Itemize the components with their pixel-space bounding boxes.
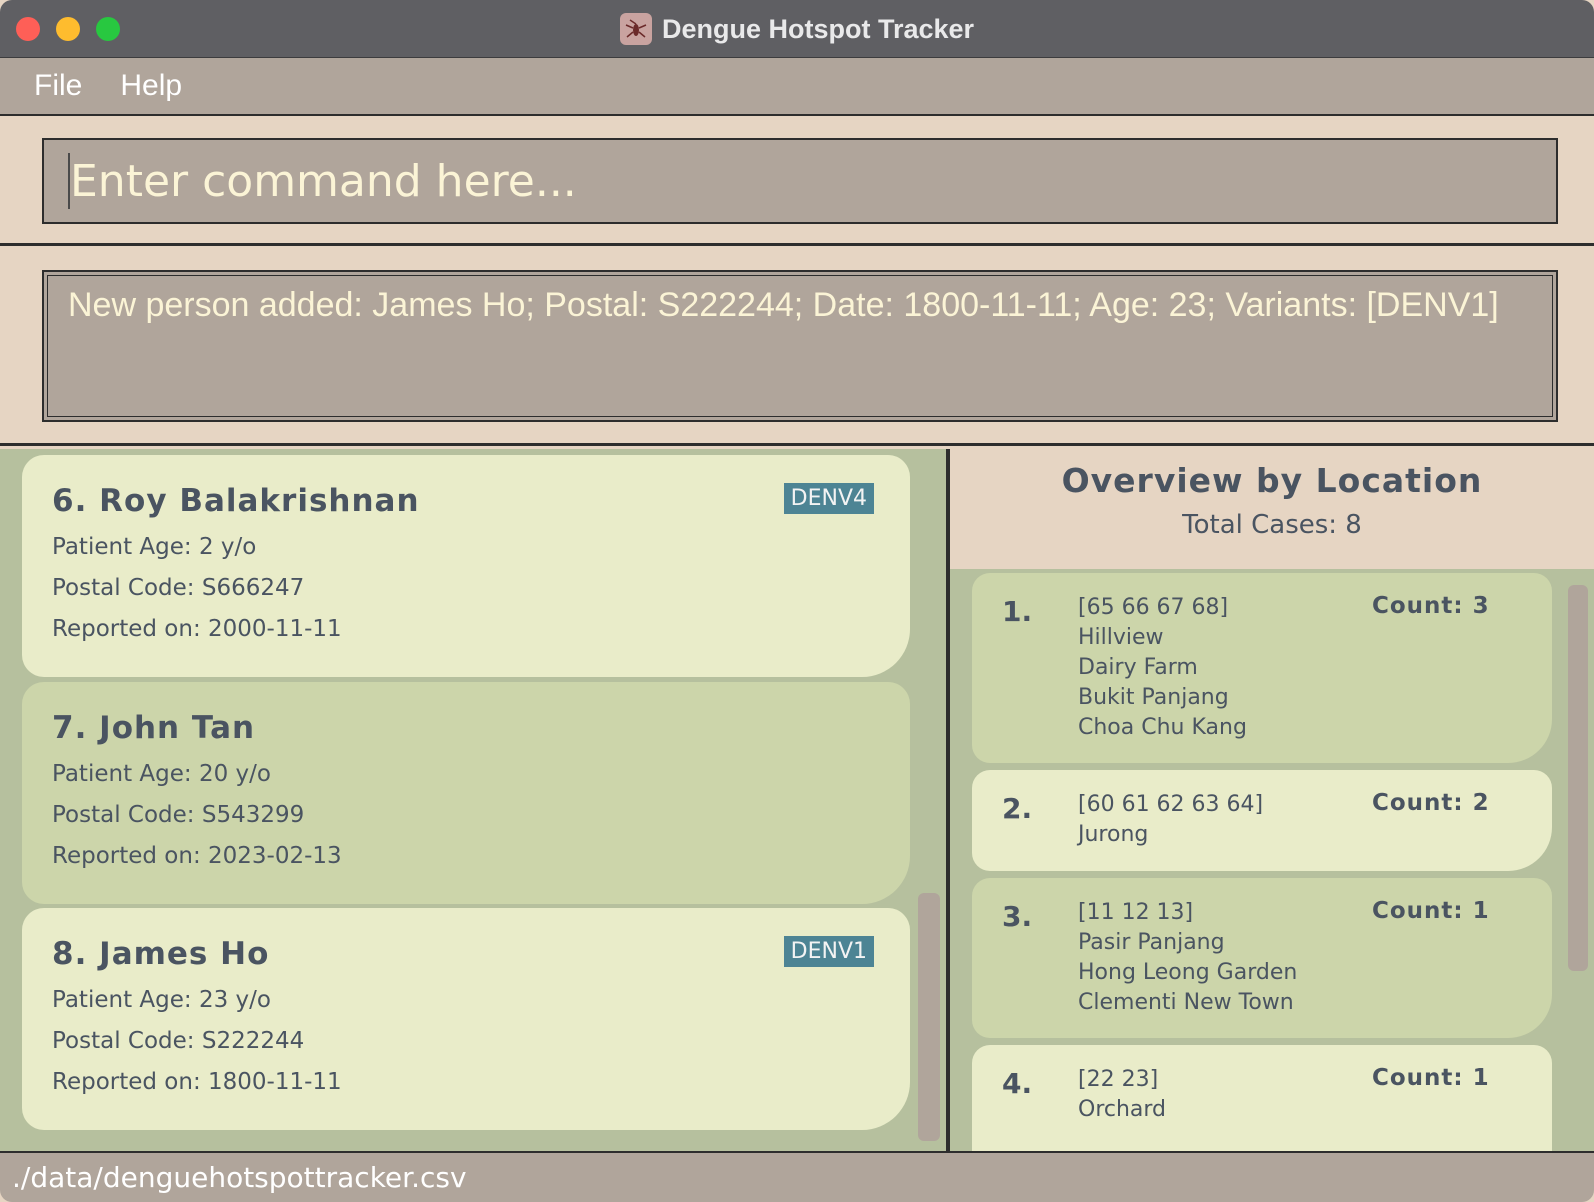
status-bar: ./data/denguehotspottracker.csv [0, 1151, 1594, 1202]
variant-tag: DENV4 [783, 483, 874, 514]
location-card[interactable]: 1. [65 66 67 68] Hillview Dairy Farm Buk… [972, 573, 1552, 763]
location-area: Clementi New Town [1078, 990, 1294, 1015]
person-postal: Postal Code: S543299 [52, 802, 305, 828]
result-display[interactable]: New person added: James Ho; Postal: S222… [42, 270, 1558, 422]
location-area: Hong Leong Garden [1078, 960, 1298, 985]
lists-area: 6. Roy Balakrishnan Patient Age: 2 y/o P… [0, 449, 1594, 1151]
menu-file[interactable]: File [34, 69, 82, 103]
overview-title: Overview by Location [1061, 461, 1483, 500]
location-index: 2. [1002, 792, 1033, 825]
person-name: 8. James Ho [52, 936, 270, 972]
location-area: Jurong [1078, 822, 1149, 847]
location-index: 4. [1002, 1067, 1033, 1100]
location-area: Choa Chu Kang [1078, 715, 1247, 740]
command-area [0, 116, 1594, 246]
person-list[interactable]: 6. Roy Balakrishnan Patient Age: 2 y/o P… [0, 449, 950, 1151]
location-count: Count: 1 [1372, 1065, 1490, 1091]
person-age: Patient Age: 2 y/o [52, 534, 257, 560]
menu-help[interactable]: Help [120, 69, 182, 103]
location-index: 1. [1002, 595, 1033, 628]
location-count: Count: 1 [1372, 898, 1490, 924]
variant-tag: DENV1 [783, 936, 874, 967]
location-count: Count: 2 [1372, 790, 1490, 816]
location-index: 3. [1002, 900, 1033, 933]
person-postal: Postal Code: S222244 [52, 1028, 305, 1054]
location-sectors: [65 66 67 68] [1078, 595, 1229, 620]
text-caret [68, 153, 70, 209]
location-area: Dairy Farm [1078, 655, 1198, 680]
person-name: 6. Roy Balakrishnan [52, 483, 420, 519]
location-sectors: [22 23] [1078, 1067, 1159, 1092]
location-sectors: [11 12 13] [1078, 900, 1194, 925]
app-window: Dengue Hotspot Tracker File Help New per… [0, 0, 1594, 1202]
location-details: [11 12 13] Pasir Panjang Hong Leong Gard… [1078, 898, 1297, 1018]
overview-header: Overview by Location Total Cases: 8 [950, 449, 1594, 569]
person-date: Reported on: 2023-02-13 [52, 843, 342, 869]
location-area: Pasir Panjang [1078, 930, 1225, 955]
location-area: Orchard [1078, 1097, 1167, 1122]
location-overview-panel: Overview by Location Total Cases: 8 1. [… [950, 449, 1594, 1151]
person-postal: Postal Code: S666247 [52, 575, 305, 601]
location-list-scrollbar[interactable] [1568, 585, 1588, 971]
title-bar: Dengue Hotspot Tracker [0, 0, 1594, 58]
location-count: Count: 3 [1372, 593, 1490, 619]
location-sectors: [60 61 62 63 64] [1078, 792, 1264, 817]
person-card[interactable]: 8. James Ho Patient Age: 23 y/o Postal C… [22, 908, 910, 1130]
location-card[interactable]: 3. [11 12 13] Pasir Panjang Hong Leong G… [972, 878, 1552, 1038]
person-list-scrollbar[interactable] [918, 893, 940, 1141]
menu-bar: File Help [0, 58, 1594, 116]
person-date: Reported on: 2000-11-11 [52, 616, 342, 642]
person-date: Reported on: 1800-11-11 [52, 1069, 342, 1095]
total-cases: Total Cases: 8 [1182, 510, 1362, 540]
location-details: [65 66 67 68] Hillview Dairy Farm Bukit … [1078, 593, 1247, 743]
mosquito-icon [619, 13, 652, 45]
command-input[interactable] [42, 138, 1558, 224]
person-name: 7. John Tan [52, 710, 256, 746]
result-area: New person added: James Ho; Postal: S222… [0, 246, 1594, 446]
location-area: Bukit Panjang [1078, 685, 1229, 710]
location-area: Hillview [1078, 625, 1164, 650]
person-age: Patient Age: 20 y/o [52, 761, 271, 787]
person-card[interactable]: 6. Roy Balakrishnan Patient Age: 2 y/o P… [22, 455, 910, 677]
window-title: Dengue Hotspot Tracker [661, 13, 975, 44]
location-details: [60 61 62 63 64] Jurong [1078, 790, 1263, 850]
person-card[interactable]: 7. John Tan Patient Age: 20 y/o Postal C… [22, 682, 910, 904]
save-file-path: ./data/denguehotspottracker.csv [12, 1161, 467, 1194]
location-details: [22 23] Orchard [1078, 1065, 1166, 1125]
person-age: Patient Age: 23 y/o [52, 987, 271, 1013]
location-card[interactable]: 2. [60 61 62 63 64] Jurong Count: 2 [972, 770, 1552, 871]
location-card[interactable]: 4. [22 23] Orchard Count: 1 [972, 1045, 1552, 1151]
